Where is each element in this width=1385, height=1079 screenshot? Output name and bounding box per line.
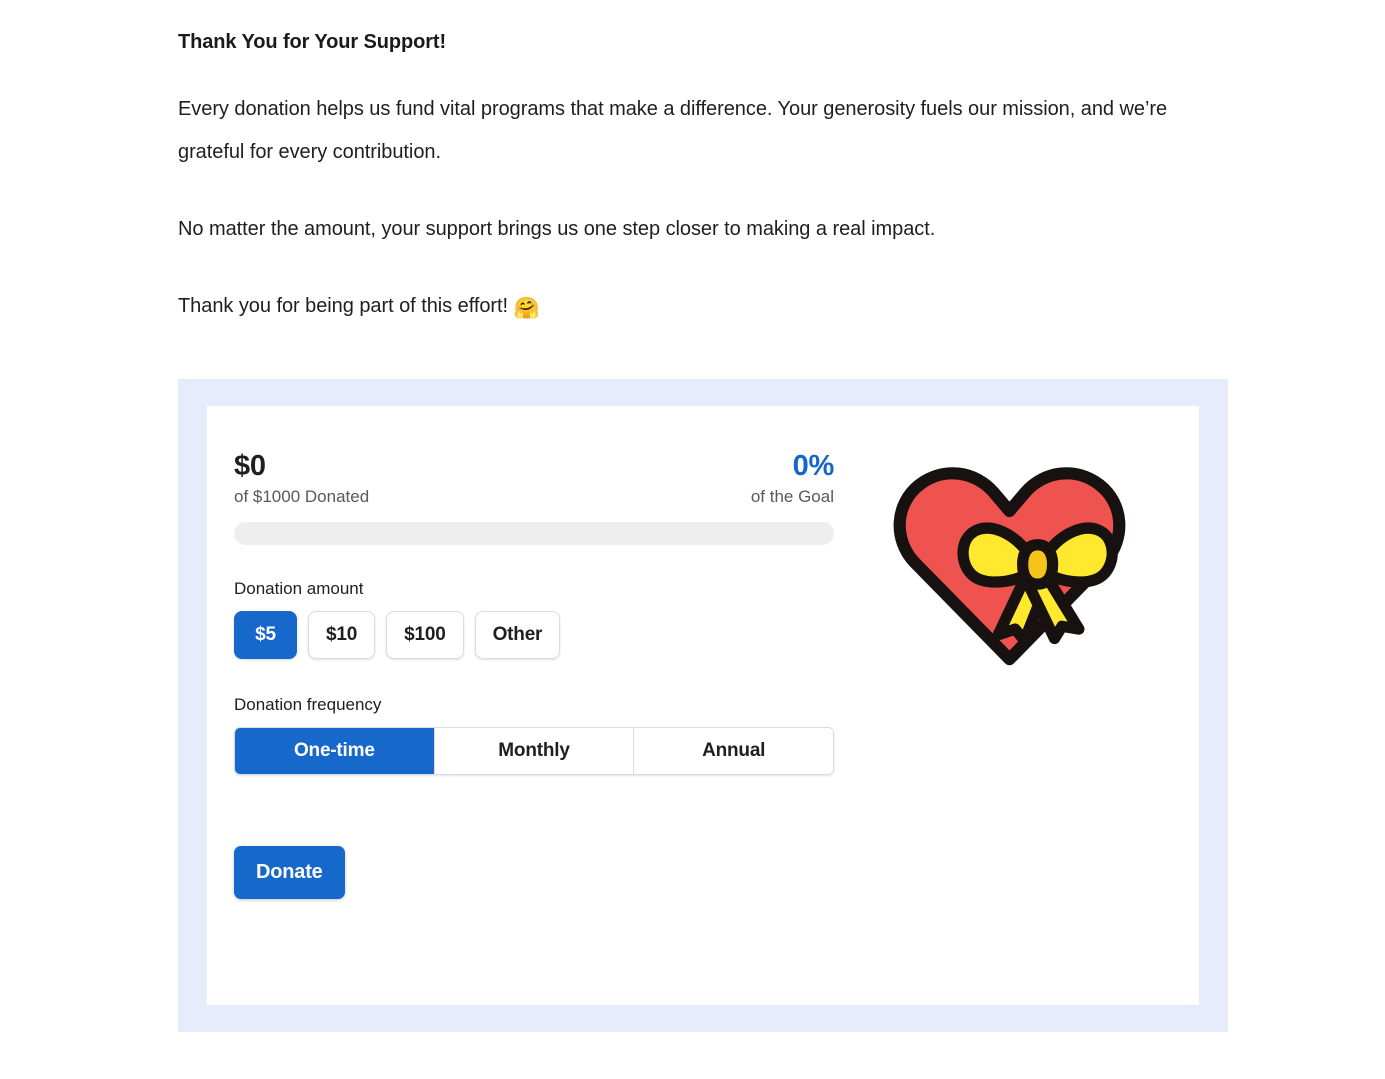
- page-root: Thank You for Your Support! Every donati…: [0, 0, 1385, 1079]
- donate-button[interactable]: Donate: [234, 846, 345, 899]
- raised-caption: of $1000 Donated: [234, 487, 370, 506]
- closing-text: Thank you for being part of this effort!: [178, 295, 514, 317]
- donation-widget-card: $0 of $1000 Donated 0% of the Goal Donat…: [207, 406, 1199, 1005]
- article-paragraph-2: No matter the amount, your support bring…: [178, 218, 936, 240]
- heart-with-ribbon-icon: [887, 451, 1132, 676]
- goal-progress-bar: [234, 522, 834, 545]
- goal-percent-caption: of the Goal: [750, 487, 834, 506]
- donation-frequency-label: Donation frequency: [234, 695, 382, 714]
- donation-frequency-option[interactable]: Monthly: [434, 728, 635, 774]
- donation-amount-option[interactable]: $5: [234, 611, 297, 659]
- donation-amount-option[interactable]: Other: [474, 611, 561, 659]
- article-paragraph-3: Thank you for being part of this effort!…: [178, 285, 1238, 328]
- raised-amount: $0: [234, 450, 266, 482]
- donation-amount-section: Donation amount $5 $10 $100 Other: [234, 578, 854, 659]
- page-title: Thank You for Your Support!: [178, 31, 447, 53]
- article-paragraph-1: Every donation helps us fund vital progr…: [178, 98, 1168, 163]
- donation-amount-label: Donation amount: [234, 579, 364, 598]
- donation-widget-frame: $0 of $1000 Donated 0% of the Goal Donat…: [178, 379, 1228, 1032]
- donation-frequency-section: Donation frequency One-time Monthly Annual: [234, 694, 854, 775]
- donation-amount-option[interactable]: $100: [386, 611, 464, 659]
- donate-button-wrap: Donate: [234, 846, 345, 899]
- goal-percent: 0%: [792, 450, 835, 482]
- donation-amount-options: $5 $10 $100 Other: [234, 611, 854, 659]
- donation-frequency-option[interactable]: Annual: [634, 728, 833, 774]
- hugging-face-icon: 🤗: [513, 297, 540, 320]
- article-body: Thank You for Your Support! Every donati…: [178, 28, 1238, 328]
- goal-summary: $0 of $1000 Donated 0% of the Goal: [234, 450, 834, 508]
- donation-amount-option[interactable]: $10: [308, 611, 376, 659]
- donation-frequency-options: One-time Monthly Annual: [234, 727, 834, 775]
- donation-frequency-option[interactable]: One-time: [235, 728, 435, 774]
